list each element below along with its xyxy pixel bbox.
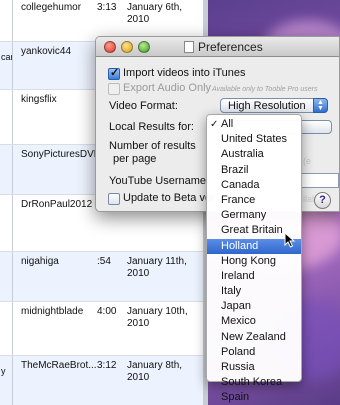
video-duration: 3:13: [97, 2, 117, 13]
menu-item-label: Canada: [221, 178, 260, 191]
local-results-menu: ✓ All United States Australia Brazil Canada Fr…: [206, 114, 302, 403]
uploader-name: TheMcRaeBrot...: [21, 360, 97, 371]
menu-item-label: Poland: [221, 345, 256, 358]
menu-item[interactable]: France: [207, 193, 301, 208]
cut-column-text: y: [1, 366, 6, 376]
menu-item[interactable]: Australia: [207, 147, 301, 162]
upload-date: January 8th, 2010: [127, 360, 183, 383]
menu-item[interactable]: Ireland: [207, 269, 301, 284]
youtube-username-input[interactable]: [301, 173, 339, 188]
uploader-name: SonyPicturesDVD: [21, 149, 102, 160]
video-duration: 4:00: [97, 306, 117, 317]
menu-item-label: Hong Kong: [221, 254, 277, 267]
menu-item-label: United States: [221, 133, 288, 146]
menu-item[interactable]: Spain: [207, 390, 301, 405]
help-button[interactable]: ?: [314, 192, 331, 209]
cut-column-cell: [0, 252, 13, 301]
menu-item-label: Russia: [221, 361, 255, 373]
export-audio-label: Export Audio Only: [123, 82, 212, 94]
video-duration: :54: [97, 256, 111, 267]
table-row[interactable]: y TheMcRaeBrot... 3:12 January 8th, 2010: [0, 356, 203, 405]
menu-item-label: Great Britain: [221, 224, 283, 237]
menu-item[interactable]: South Korea: [207, 375, 301, 390]
menu-item-label: France: [221, 193, 256, 206]
menu-item[interactable]: Germany: [207, 208, 301, 223]
menu-item[interactable]: Brazil: [207, 163, 301, 178]
minimize-button[interactable]: [121, 41, 133, 53]
uploader-name: collegehumor: [21, 2, 82, 13]
document-icon: [184, 41, 194, 53]
beta-update-checkbox[interactable]: [108, 193, 120, 205]
menu-item-label: Spain: [221, 391, 250, 404]
export-audio-checkbox[interactable]: [108, 83, 120, 95]
zoom-button[interactable]: [138, 41, 150, 53]
menu-item-label: South Korea: [221, 376, 283, 389]
youtube-username-label: YouTube Username: [109, 175, 207, 187]
upload-date: January 11th, 2010: [127, 256, 187, 279]
uploader-name: yankovic44: [21, 46, 72, 57]
menu-item[interactable]: New Zealand: [207, 330, 301, 345]
window-title: Preferences: [198, 40, 263, 54]
uploader-name: kingsflix: [21, 94, 57, 105]
menu-item[interactable]: Italy: [207, 284, 301, 299]
video-duration: 3:12: [97, 360, 117, 371]
video-format-value: High Resolution: [228, 100, 306, 112]
import-itunes-label: Import videos into iTunes: [123, 67, 246, 79]
menu-item-label: Brazil: [221, 163, 249, 176]
menu-item[interactable]: Canada: [207, 178, 301, 193]
results-per-page-label-2: per page: [113, 153, 157, 165]
menu-item[interactable]: Mexico: [207, 314, 301, 329]
local-results-label: Local Results for:: [109, 121, 194, 133]
menu-item-label: Germany: [221, 209, 267, 222]
uploader-name: nigahiga: [21, 256, 59, 267]
video-format-label: Video Format:: [109, 100, 178, 112]
menu-item[interactable]: United States: [207, 132, 301, 147]
menu-item[interactable]: Hong Kong: [207, 254, 301, 269]
menu-item[interactable]: ✓ All: [207, 117, 301, 132]
menu-item-label: Italy: [221, 285, 242, 298]
upload-date: January 10th, 2010: [127, 306, 188, 329]
uploader-name: midnightblade: [21, 306, 84, 317]
cut-column-cell: [0, 195, 13, 251]
cut-column-cell: [0, 0, 13, 41]
menu-item-label: All: [221, 118, 234, 130]
table-row[interactable]: nigahiga :54 January 11th, 2010: [0, 252, 203, 302]
menu-item[interactable]: Japan: [207, 299, 301, 314]
import-itunes-checkbox[interactable]: [108, 66, 120, 80]
upload-date: January 6th, 2010: [127, 2, 183, 25]
select-arrows-icon: ▲ ▼: [313, 98, 328, 113]
close-button[interactable]: [104, 41, 116, 53]
table-row[interactable]: midnightblade 4:00 January 10th, 2010: [0, 302, 203, 356]
cut-column-cell: [0, 302, 13, 355]
cut-column-cell: [0, 145, 13, 194]
menu-item-label: New Zealand: [221, 330, 286, 343]
menu-item-label: Ireland: [221, 269, 255, 282]
checkmark-icon: ✓: [210, 119, 219, 130]
faint-text: (e: [303, 156, 312, 166]
results-per-page-label: Number of results: [109, 140, 196, 152]
cut-column-cell: [0, 90, 13, 144]
cut-column-cell: y: [0, 356, 13, 405]
menu-item-label: Japan: [221, 300, 251, 313]
title-bar[interactable]: Preferences: [96, 37, 339, 57]
cut-column-cell: can: [0, 42, 13, 89]
mouse-cursor-icon: [284, 232, 296, 248]
menu-item[interactable]: Poland: [207, 345, 301, 360]
video-format-select[interactable]: High Resolution ▲ ▼: [220, 98, 328, 113]
uploader-name: DrRonPaul2012: [21, 199, 93, 210]
menu-item[interactable]: Russia: [207, 360, 301, 375]
cut-column-text: can: [1, 52, 12, 62]
menu-item-label: Holland: [221, 239, 259, 252]
menu-item-label: Mexico: [221, 315, 256, 328]
beta-update-label: Update to Beta ver: [123, 192, 215, 204]
menu-item-label: Australia: [221, 148, 264, 161]
pro-only-note: Available only to Tooble Pro users: [212, 86, 318, 93]
